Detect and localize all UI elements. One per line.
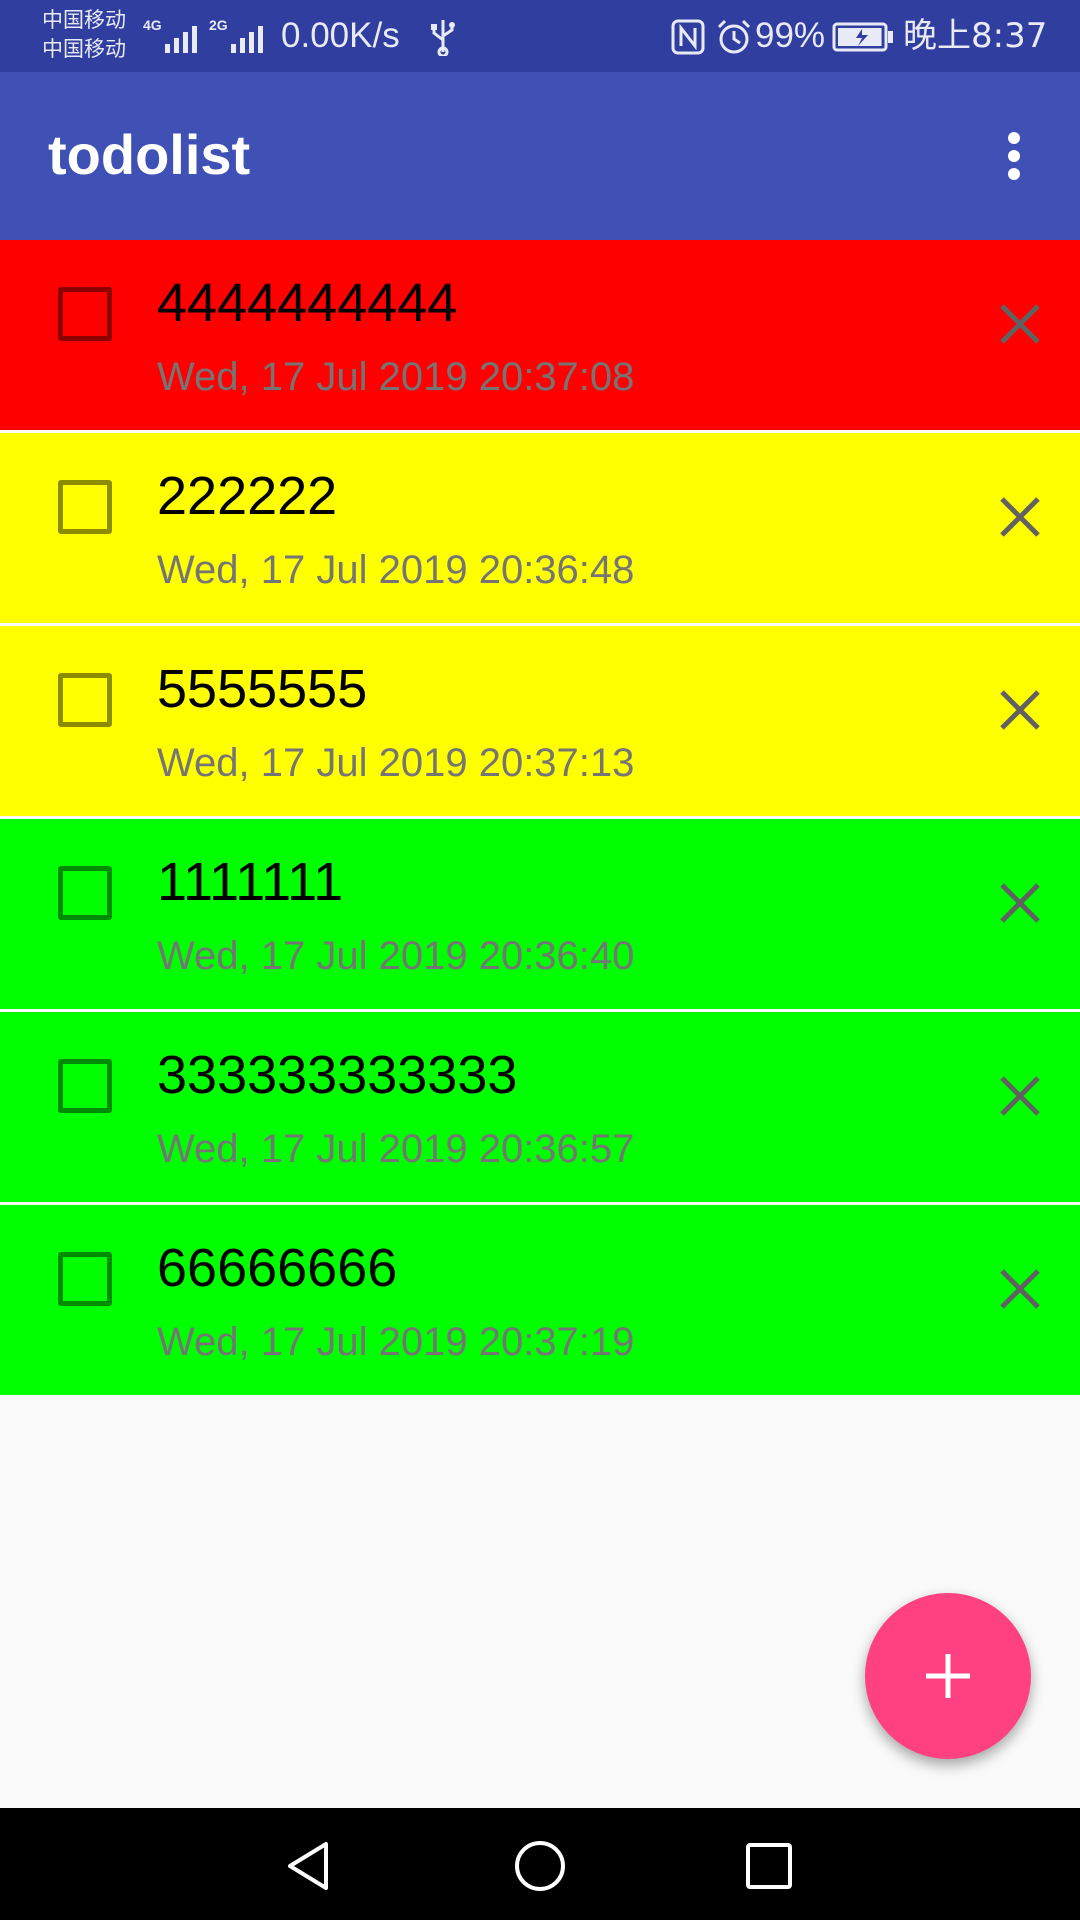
navigation-bar (0, 1808, 1080, 1920)
app-bar: todolist (0, 72, 1080, 240)
todo-title: 5555555 (157, 659, 368, 719)
todo-item[interactable]: 5555555 Wed, 17 Jul 2019 20:37:13 (0, 626, 1080, 816)
todo-date: Wed, 17 Jul 2019 20:37:19 (157, 1320, 635, 1364)
delete-icon[interactable] (998, 1267, 1042, 1311)
network-type-sim1: 4G (143, 17, 162, 33)
recents-icon[interactable] (741, 1838, 797, 1894)
delete-icon[interactable] (998, 881, 1042, 925)
app-title: todolist (48, 123, 251, 186)
todo-item[interactable]: 4444444444 Wed, 17 Jul 2019 20:37:08 (0, 240, 1080, 430)
todo-checkbox[interactable] (58, 480, 112, 534)
clock: 晚上8:37 (903, 16, 1048, 56)
add-todo-button[interactable] (865, 1593, 1031, 1759)
carrier-label-sim2: 中国移动 (42, 37, 126, 61)
todo-title: 222222 (157, 466, 338, 526)
todo-date: Wed, 17 Jul 2019 20:37:13 (157, 741, 635, 785)
network-type-sim2: 2G (209, 17, 228, 33)
signal-icon: 2G (209, 17, 267, 53)
back-icon[interactable] (282, 1838, 338, 1894)
home-icon[interactable] (512, 1838, 568, 1894)
plus-icon (926, 1654, 970, 1698)
delete-icon[interactable] (998, 1074, 1042, 1118)
battery-icon (832, 22, 893, 52)
carrier-labels: 中国移动 中国移动 (42, 6, 142, 64)
more-vert-icon[interactable] (990, 126, 1038, 186)
signal-icon: 4G (143, 17, 201, 53)
todo-checkbox[interactable] (58, 287, 112, 341)
todo-title: 4444444444 (157, 273, 458, 333)
delete-icon[interactable] (998, 688, 1042, 732)
nfc-icon (671, 19, 705, 55)
delete-icon[interactable] (998, 495, 1042, 539)
todo-item[interactable]: 333333333333 Wed, 17 Jul 2019 20:36:57 (0, 1012, 1080, 1202)
todo-title: 333333333333 (157, 1045, 518, 1105)
status-bar: 中国移动 中国移动 4G 2G 0.00K/s 99% 晚上8:37 (0, 0, 1080, 72)
network-speed: 0.00K/s (281, 16, 400, 55)
carrier-label-sim1: 中国移动 (42, 8, 126, 32)
todo-item[interactable]: 1111111 Wed, 17 Jul 2019 20:36:40 (0, 819, 1080, 1009)
todo-checkbox[interactable] (58, 673, 112, 727)
todo-checkbox[interactable] (58, 866, 112, 920)
todo-date: Wed, 17 Jul 2019 20:36:48 (157, 548, 635, 592)
todo-checkbox[interactable] (58, 1252, 112, 1306)
todo-date: Wed, 17 Jul 2019 20:36:40 (157, 934, 635, 978)
battery-percent: 99% (755, 16, 826, 55)
todo-checkbox[interactable] (58, 1059, 112, 1113)
todo-date: Wed, 17 Jul 2019 20:37:08 (157, 355, 635, 399)
todo-item[interactable]: 66666666 Wed, 17 Jul 2019 20:37:19 (0, 1205, 1080, 1395)
todo-title: 66666666 (157, 1238, 398, 1298)
todo-item[interactable]: 222222 Wed, 17 Jul 2019 20:36:48 (0, 433, 1080, 623)
todo-date: Wed, 17 Jul 2019 20:36:57 (157, 1127, 635, 1171)
todo-list: 4444444444 Wed, 17 Jul 2019 20:37:08 22222… (0, 240, 1080, 1398)
usb-icon (431, 20, 455, 56)
alarm-icon (717, 19, 751, 54)
delete-icon[interactable] (998, 302, 1042, 346)
todo-title: 1111111 (157, 852, 344, 912)
